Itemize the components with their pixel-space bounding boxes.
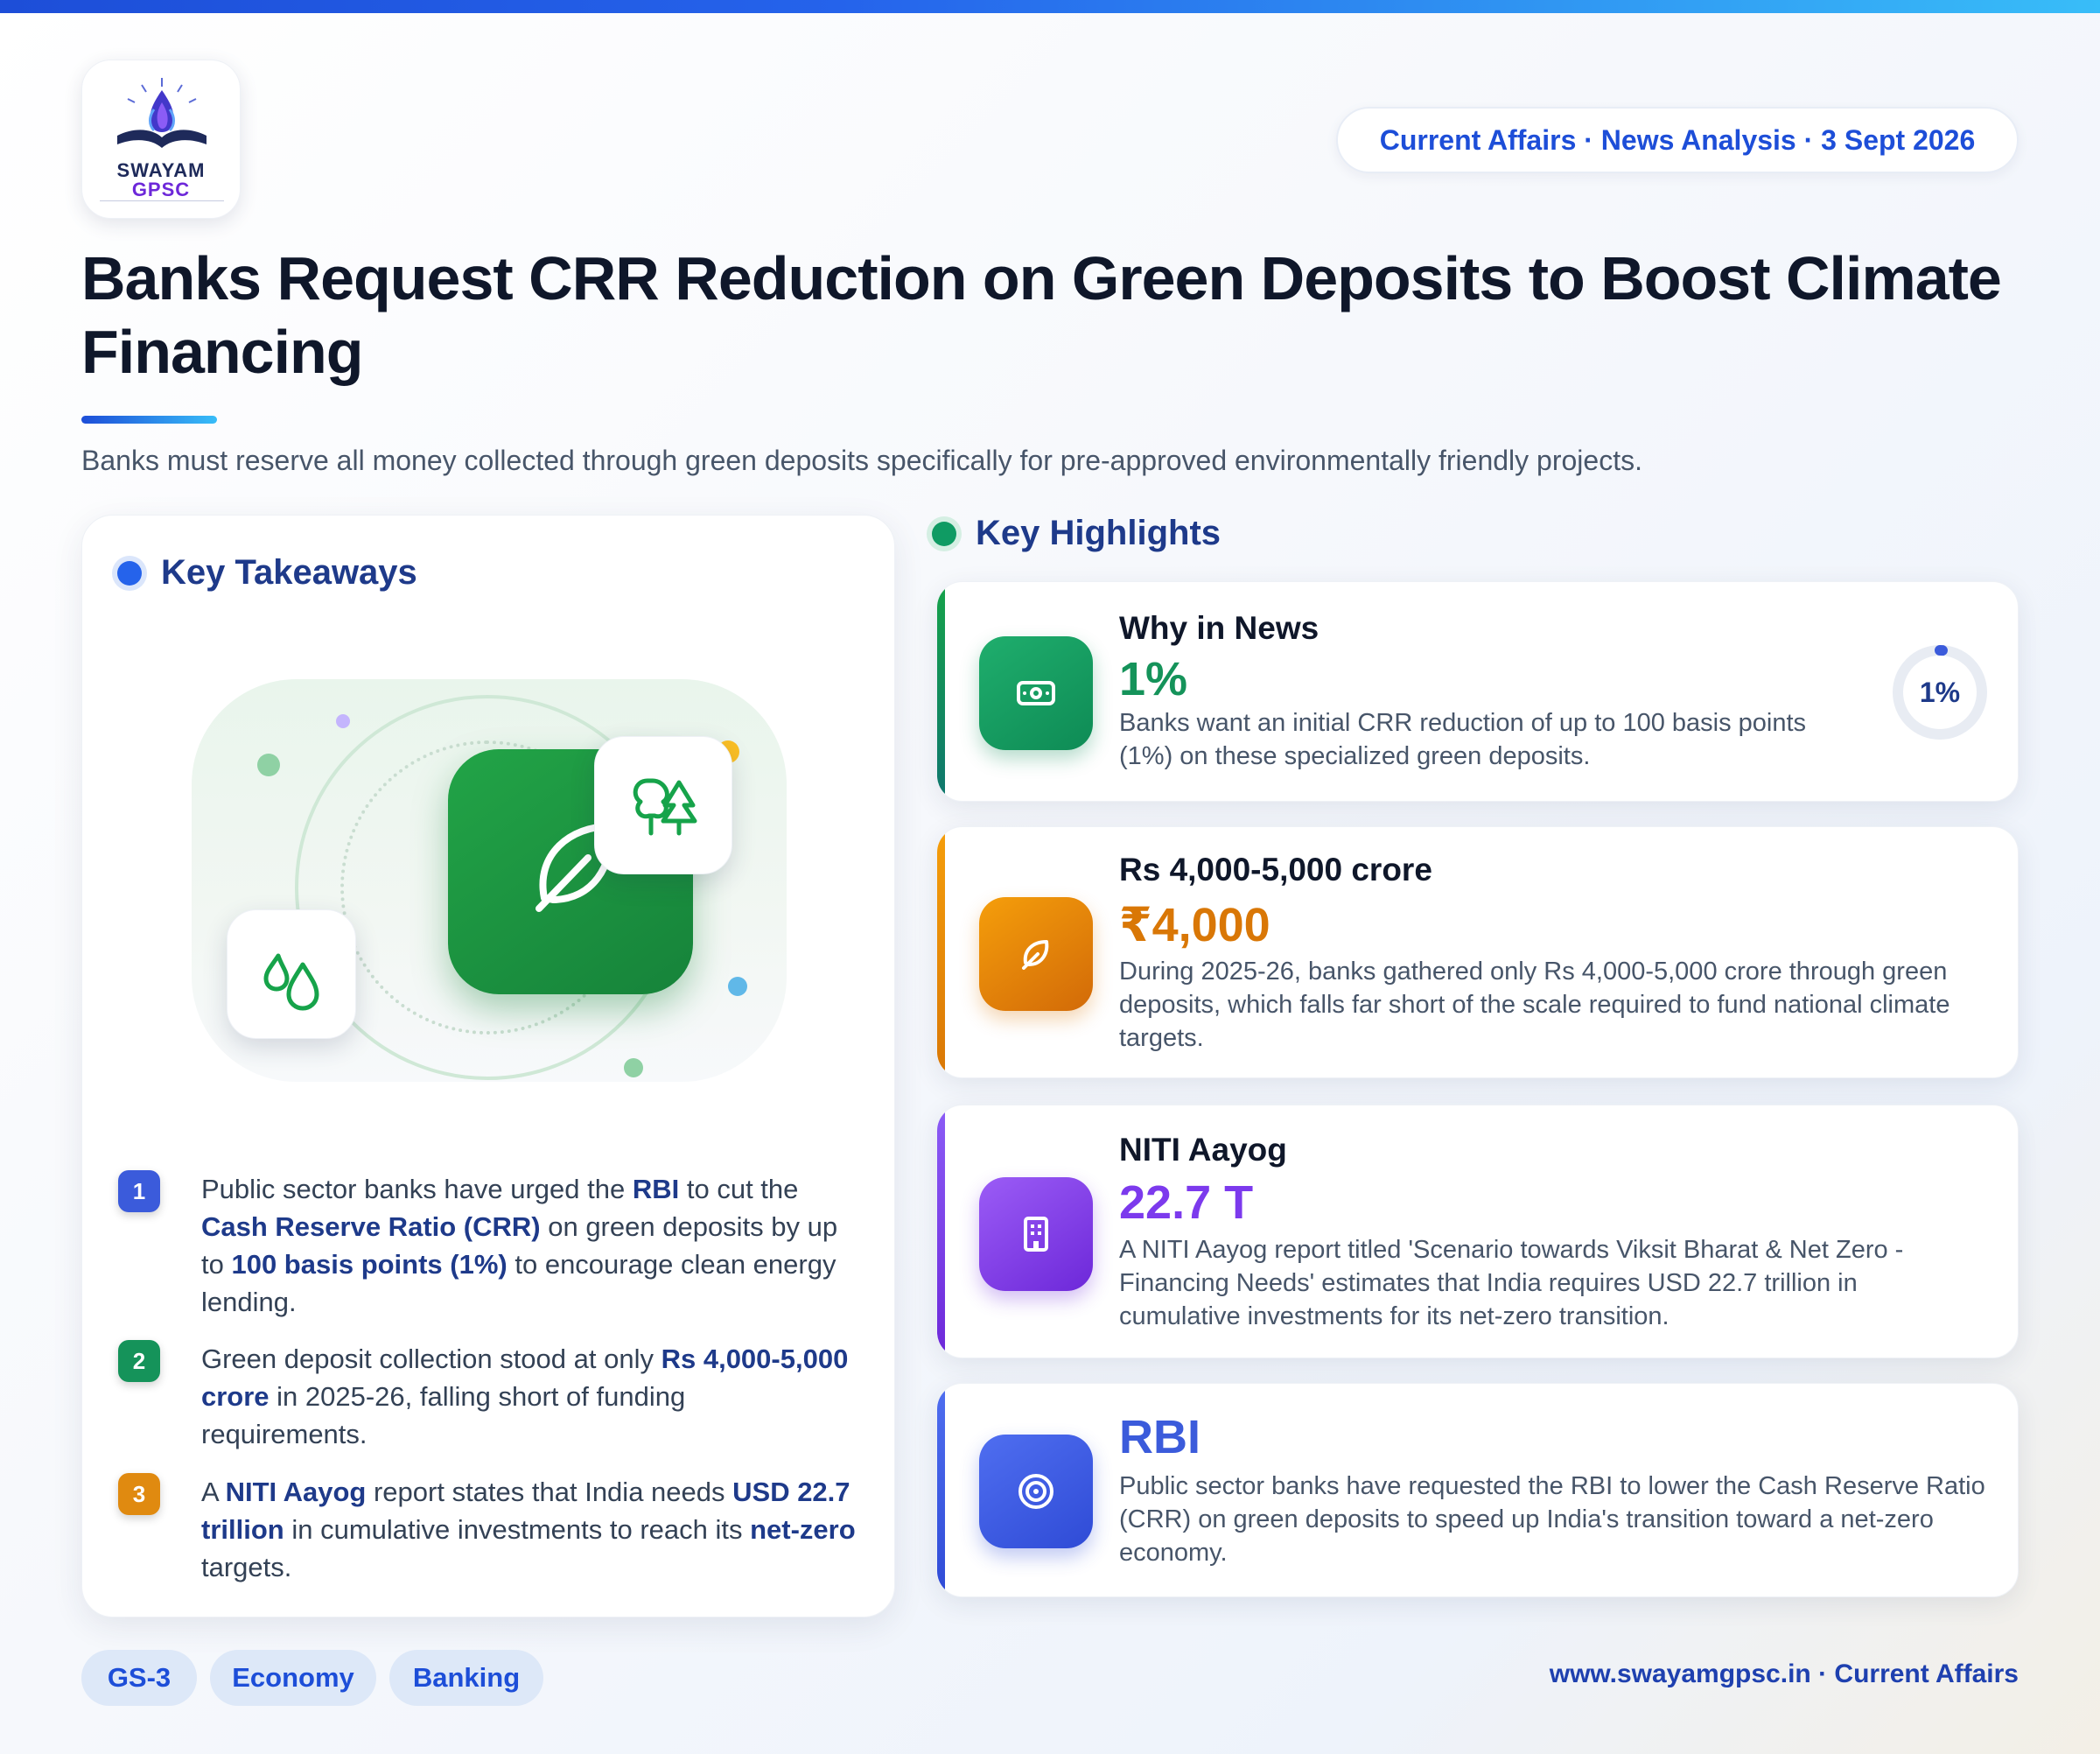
text-segment: to cut the — [679, 1174, 799, 1204]
text-segment: in 2025-26, falling short of funding req… — [201, 1381, 686, 1449]
brand-divider — [100, 200, 224, 204]
emphasized-text: 100 basis points (1%) — [231, 1249, 508, 1280]
gauge-label: 1% — [1919, 676, 1961, 708]
key-highlights-title: Key Highlights — [976, 514, 1222, 552]
takeaway-number-badge: 1 — [118, 1170, 160, 1212]
brand-logo[interactable]: SWAYAM GPSC — [81, 60, 241, 219]
tag-economy[interactable]: Economy — [210, 1650, 376, 1706]
tag-banking[interactable]: Banking — [389, 1650, 543, 1706]
takeaway-text: A NITI Aayog report states that India ne… — [201, 1473, 856, 1586]
highlight-value: ₹4,000 — [1119, 899, 1270, 951]
highlight-heading: Why in News — [1119, 610, 1320, 646]
takeaway-number-badge: 2 — [118, 1340, 160, 1382]
key-highlights-heading: Key Highlights — [932, 514, 1221, 553]
highlight-card-rbi: RBI Public sector banks have requested t… — [936, 1383, 2019, 1597]
building-icon — [1024, 1217, 1048, 1252]
trees-tile — [594, 736, 732, 874]
card-accent-edge — [937, 827, 945, 1077]
deco-dot — [257, 754, 280, 776]
key-takeaways-card: Key Takeaways 1 Public sector banks have… — [81, 515, 895, 1617]
takeaway-item-2: 2 Green deposit collection stood at only… — [118, 1340, 856, 1453]
water-tile — [227, 909, 356, 1039]
target-icon — [1018, 1474, 1054, 1509]
leaf-icon — [1022, 940, 1049, 970]
key-takeaways-title: Key Takeaways — [161, 553, 417, 592]
target-tile — [979, 1435, 1093, 1548]
takeaway-number-badge: 3 — [118, 1473, 160, 1515]
highlight-card-deposits: Rs 4,000-5,000 crore ₹4,000 During 2025-… — [936, 826, 2019, 1078]
text-segment: targets. — [201, 1552, 292, 1582]
highlight-description: A NITI Aayog report titled 'Scenario tow… — [1119, 1236, 1904, 1330]
emphasized-text: net-zero — [750, 1514, 856, 1545]
tag-gs3[interactable]: GS-3 — [81, 1650, 197, 1706]
emphasized-text: Cash Reserve Ratio (CRR) — [201, 1211, 541, 1242]
takeaway-item-1: 1 Public sector banks have urged the RBI… — [118, 1170, 856, 1321]
book-flame-icon — [117, 78, 206, 148]
deco-dot — [624, 1058, 643, 1077]
title-underline — [81, 416, 217, 424]
bullet-dot-icon — [932, 521, 956, 546]
green-finance-illustration — [192, 679, 787, 1082]
highlight-description: Banks want an initial CRR reduction of u… — [1119, 709, 1807, 770]
money-icon — [1017, 681, 1055, 705]
takeaway-text: Public sector banks have urged the RBI t… — [201, 1170, 856, 1321]
trees-icon — [633, 778, 697, 836]
highlight-value: RBI — [1119, 1411, 1200, 1463]
highlight-card-niti-aayog: NITI Aayog 22.7 T A NITI Aayog report ti… — [936, 1105, 2019, 1358]
date-tagline-pill: Current Affairs · News Analysis · 3 Sept… — [1336, 107, 2019, 173]
text-segment: Public sector banks have urged the — [201, 1174, 633, 1204]
money-tile — [979, 636, 1093, 750]
text-segment: report states that India needs — [366, 1477, 733, 1507]
brand-subname: GPSC — [131, 179, 191, 200]
highlight-value: 1% — [1119, 653, 1188, 705]
highlight-heading: NITI Aayog — [1119, 1132, 1287, 1168]
highlight-value: 22.7 T — [1119, 1176, 1254, 1229]
deco-dot — [336, 714, 350, 728]
text-segment: A — [201, 1477, 226, 1507]
percent-gauge: 1% — [1891, 643, 1989, 741]
highlight-card-why-in-news: Why in News 1% Banks want an initial CRR… — [936, 581, 2019, 802]
water-drops-icon — [263, 953, 319, 1011]
emphasized-text: RBI — [632, 1174, 680, 1204]
text-segment: Green deposit collection stood at only — [201, 1344, 662, 1374]
takeaway-item-3: 3 A NITI Aayog report states that India … — [118, 1473, 856, 1586]
key-takeaways-heading: Key Takeaways — [117, 553, 417, 593]
building-tile — [979, 1177, 1093, 1291]
top-accent-bar — [0, 0, 2100, 13]
footer-website[interactable]: www.swayamgpsc.in · Current Affairs — [1488, 1659, 2019, 1689]
card-accent-edge — [937, 582, 945, 801]
highlight-description: During 2025-26, banks gathered only Rs 4… — [1119, 958, 1950, 1052]
highlight-heading: Rs 4,000-5,000 crore — [1119, 852, 1432, 888]
text-segment: in cumulative investments to reach its — [284, 1514, 751, 1545]
leaf-tile — [979, 897, 1093, 1011]
deco-dot — [728, 977, 747, 996]
bullet-dot-icon — [117, 560, 142, 586]
page-subtitle: Banks must reserve all money collected t… — [81, 445, 1642, 476]
page-title: Banks Request CRR Reduction on Green Dep… — [81, 244, 2002, 386]
card-accent-edge — [937, 1105, 945, 1358]
card-accent-edge — [937, 1384, 945, 1596]
takeaway-text: Green deposit collection stood at only R… — [201, 1340, 856, 1453]
emphasized-text: NITI Aayog — [225, 1477, 367, 1507]
highlight-description: Public sector banks have requested the R… — [1119, 1472, 1985, 1567]
